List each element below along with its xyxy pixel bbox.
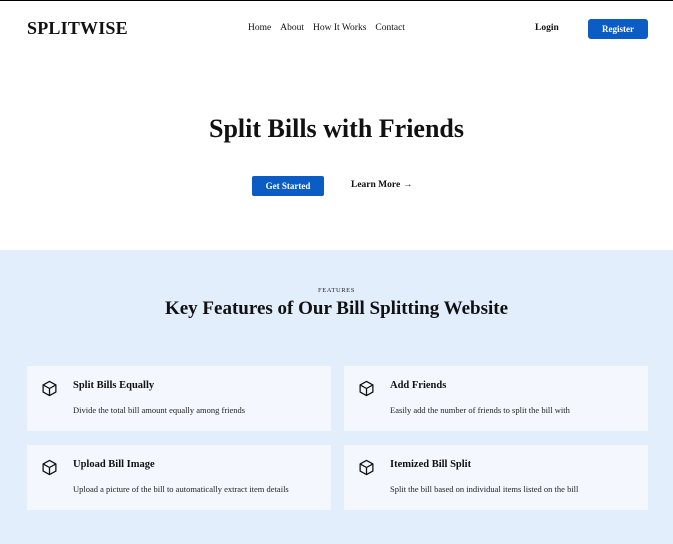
cube-icon — [359, 380, 374, 397]
feature-card-add-friends: Add Friends Easily add the number of fri… — [344, 366, 648, 431]
hero-title: Split Bills with Friends — [209, 114, 464, 143]
nav-how-it-works[interactable]: How It Works — [313, 23, 366, 33]
feature-card-itemized-split: Itemized Bill Split Split the bill based… — [344, 445, 648, 510]
feature-card-split-equally: Split Bills Equally Divide the total bil… — [27, 366, 331, 431]
feature-title: Upload Bill Image — [73, 459, 155, 470]
learn-more-label: Learn More — [351, 180, 401, 190]
feature-title: Itemized Bill Split — [390, 459, 472, 470]
register-button[interactable]: Register — [588, 19, 648, 39]
feature-title: Add Friends — [390, 380, 447, 391]
features-title: Key Features of Our Bill Splitting Websi… — [164, 298, 509, 319]
feature-description: Divide the total bill amount equally amo… — [73, 405, 246, 415]
cube-icon — [42, 380, 57, 397]
feature-description: Easily add the number of friends to spli… — [390, 405, 570, 415]
feature-description: Split the bill based on individual items… — [390, 484, 579, 494]
login-link[interactable]: Login — [535, 23, 559, 33]
feature-title: Split Bills Equally — [73, 380, 155, 391]
features-section: FEATURES Key Features of Our Bill Splitt… — [0, 250, 673, 544]
nav-about[interactable]: About — [280, 23, 304, 33]
features-eyebrow: FEATURES — [318, 287, 355, 294]
brand-logo[interactable]: SPLITWISE — [27, 18, 128, 39]
cube-icon — [42, 459, 57, 476]
nav-contact[interactable]: Contact — [375, 23, 405, 33]
cube-icon — [359, 459, 374, 476]
main-nav: Home About How It Works Contact — [248, 23, 405, 33]
arrow-right-icon: → — [403, 180, 413, 190]
feature-description: Upload a picture of the bill to automati… — [73, 484, 289, 494]
feature-card-upload-image: Upload Bill Image Upload a picture of th… — [27, 445, 331, 510]
learn-more-link[interactable]: Learn More → — [351, 180, 413, 190]
site-header: SPLITWISE Home About How It Works Contac… — [0, 1, 673, 55]
nav-home[interactable]: Home — [248, 23, 271, 33]
get-started-button[interactable]: Get Started — [252, 176, 324, 196]
